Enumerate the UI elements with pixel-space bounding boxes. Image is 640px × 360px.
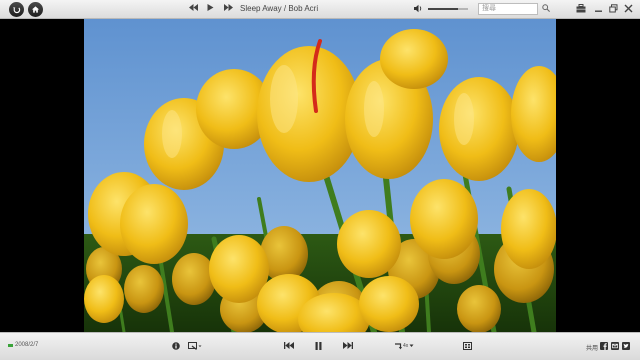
slideshow-icon (463, 342, 472, 350)
chevron-down-icon (409, 344, 414, 347)
next-track-button[interactable] (224, 4, 233, 11)
back-button[interactable] (9, 2, 24, 17)
now-playing-title: Sleep Away / Bob Acri (240, 4, 319, 13)
share-label: 共用 (586, 346, 599, 352)
info-button[interactable] (172, 342, 180, 350)
facebook-icon (603, 343, 607, 350)
email-share-button[interactable] (611, 342, 619, 350)
photo-viewer[interactable] (0, 19, 640, 332)
search-button[interactable] (542, 4, 550, 14)
email-icon (612, 343, 618, 349)
date-flag-icon (8, 343, 13, 347)
previous-icon (284, 342, 294, 349)
next-photo-button[interactable] (343, 342, 353, 349)
play-icon (207, 4, 214, 11)
twitter-share-button[interactable] (622, 342, 630, 350)
next-icon (343, 342, 353, 349)
zoom-button[interactable] (188, 342, 202, 350)
previous-icon (189, 4, 198, 11)
toolbox-icon (576, 4, 586, 13)
pause-icon (315, 342, 322, 350)
close-icon (624, 4, 633, 13)
previous-track-button[interactable] (189, 4, 198, 11)
info-icon (172, 342, 180, 350)
slideshow-speed-label: 4x (403, 343, 409, 349)
volume-slider-fill (428, 8, 458, 10)
tulip-photo (84, 19, 556, 332)
slideshow-mode-button[interactable] (463, 342, 472, 350)
photo-date: 2008/2/7 (8, 342, 38, 348)
restore-icon (609, 4, 618, 13)
toolbox-button[interactable] (576, 4, 586, 15)
volume-icon (414, 4, 422, 13)
photo-date-text: 2008/2/7 (15, 342, 39, 348)
rotate-icon (395, 343, 402, 350)
volume-button[interactable] (414, 4, 423, 15)
bottom-toolbar: 2008/2/7 4x 共用 (0, 332, 640, 360)
close-button[interactable] (624, 4, 633, 15)
top-toolbar: Sleep Away / Bob Acri 搜尋 (0, 0, 640, 19)
facebook-share-button[interactable] (600, 342, 608, 350)
minimize-icon (595, 10, 602, 12)
next-icon (224, 4, 233, 11)
previous-photo-button[interactable] (284, 342, 294, 349)
play-button[interactable] (207, 4, 214, 11)
twitter-icon (623, 343, 629, 348)
home-button[interactable] (28, 2, 43, 17)
home-icon (31, 6, 40, 13)
search-icon (542, 4, 550, 12)
slideshow-speed-button[interactable]: 4x (394, 342, 414, 350)
back-icon (13, 7, 21, 14)
restore-button[interactable] (609, 4, 618, 15)
zoom-icon (188, 342, 202, 350)
pause-slideshow-button[interactable] (315, 342, 322, 350)
minimize-button[interactable] (594, 4, 603, 15)
volume-slider[interactable] (428, 8, 468, 10)
search-input[interactable]: 搜尋 (478, 3, 538, 15)
